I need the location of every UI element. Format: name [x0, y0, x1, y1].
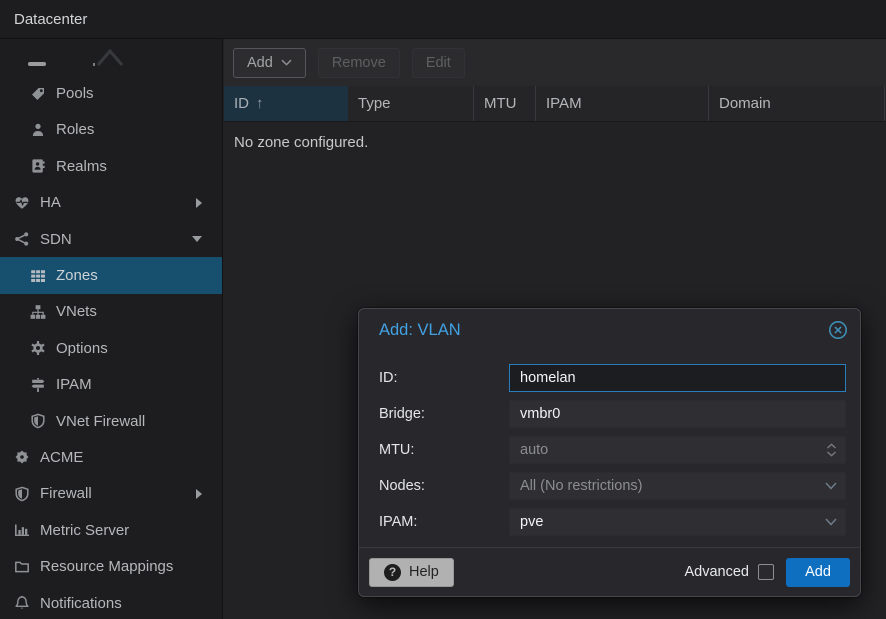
certificate-icon	[13, 449, 30, 466]
chevron-down-icon[interactable]	[824, 517, 838, 527]
chevron-down-icon[interactable]	[824, 481, 838, 491]
sidebar-item-metric-server[interactable]: Metric Server	[0, 512, 222, 548]
sidebar-item-label: ACME	[40, 449, 83, 466]
text-cursor	[577, 370, 579, 386]
sidebar-item-label: IPAM	[56, 376, 92, 393]
question-mark-icon: ?	[384, 564, 401, 581]
sidebar-item-label: Resource Mappings	[40, 558, 173, 575]
sidebar-item-vnet-firewall[interactable]: VNet Firewall	[0, 403, 222, 439]
submit-add-button[interactable]: Add	[786, 558, 850, 587]
address-book-icon	[29, 158, 46, 175]
sidebar-item-label: Options	[56, 340, 108, 357]
close-icon[interactable]	[828, 320, 848, 340]
sidebar-item-roles[interactable]: Roles	[0, 112, 222, 148]
column-header-domain[interactable]: Domain	[709, 86, 885, 121]
sidebar-item-realms[interactable]: Realms	[0, 148, 222, 184]
clipped-icon	[28, 62, 46, 66]
field-row-nodes: Nodes: All (No restrictions)	[379, 472, 846, 500]
help-button[interactable]: ? Help	[369, 558, 454, 587]
sidebar-item-label: SDN	[40, 231, 72, 248]
dialog-footer: ? Help Advanced Add	[359, 547, 860, 596]
sidebar-item-ha[interactable]: HA	[0, 185, 222, 221]
remove-button[interactable]: Remove	[318, 48, 400, 78]
ipam-label: IPAM:	[379, 514, 509, 530]
chevron-up-icon	[96, 48, 124, 67]
sidebar-item-firewall[interactable]: Firewall	[0, 476, 222, 512]
gear-icon	[29, 340, 46, 357]
sidebar-item-label: Realms	[56, 158, 107, 175]
expand-right-icon[interactable]	[196, 489, 202, 499]
sitemap-icon	[29, 303, 46, 320]
field-row-ipam: IPAM: pve	[379, 508, 846, 536]
user-icon	[29, 121, 46, 138]
column-header-id[interactable]: ID ↑	[224, 86, 348, 121]
advanced-checkbox[interactable]	[758, 564, 774, 580]
heartbeat-icon	[13, 194, 30, 211]
expand-right-icon[interactable]	[196, 198, 202, 208]
tag-icon	[29, 85, 46, 102]
zones-toolbar: Add Remove Edit	[224, 39, 886, 86]
bar-chart-icon	[13, 522, 30, 539]
bell-icon	[13, 595, 30, 612]
sidebar-item-acme[interactable]: ACME	[0, 439, 222, 475]
bridge-input[interactable]: vmbr0	[509, 400, 846, 428]
network-icon	[13, 231, 30, 248]
field-row-bridge: Bridge: vmbr0	[379, 400, 846, 428]
ipam-select[interactable]: pve	[509, 508, 846, 536]
zones-table-body: No zone configured.	[224, 122, 886, 163]
sidebar-item-label: Pools	[56, 85, 94, 102]
folder-icon	[13, 558, 30, 575]
column-header-mtu[interactable]: MTU	[474, 86, 536, 121]
id-input[interactable]: homelan	[509, 364, 846, 392]
sort-ascending-icon: ↑	[256, 95, 264, 112]
grid-icon	[29, 267, 46, 284]
top-bar: Datacenter	[0, 0, 886, 39]
id-label: ID:	[379, 370, 509, 386]
sidebar-item-label: Zones	[56, 267, 98, 284]
sidebar-item-label: Notifications	[40, 595, 122, 612]
sidebar-item-vnets[interactable]: VNets	[0, 294, 222, 330]
dialog-title: Add: VLAN	[379, 321, 461, 340]
column-header-type[interactable]: Type	[348, 86, 474, 121]
sidebar-item-options[interactable]: Options	[0, 330, 222, 366]
nodes-label: Nodes:	[379, 478, 509, 494]
sidebar-item-label: Roles	[56, 121, 94, 138]
edit-button[interactable]: Edit	[412, 48, 465, 78]
map-signs-icon	[29, 376, 46, 393]
sidebar-item-clipped[interactable]	[0, 39, 222, 75]
sidebar-item-label: Metric Server	[40, 522, 129, 539]
expand-down-icon[interactable]	[192, 236, 202, 242]
column-header-ipam[interactable]: IPAM	[536, 86, 709, 121]
sidebar-item-ipam[interactable]: IPAM	[0, 367, 222, 403]
spinner-up-down-icon[interactable]	[825, 442, 838, 459]
field-row-mtu: MTU: auto	[379, 436, 846, 464]
advanced-label: Advanced	[685, 564, 750, 580]
shield-icon	[29, 413, 46, 430]
mtu-label: MTU:	[379, 442, 509, 458]
sidebar-item-label: HA	[40, 194, 61, 211]
sidebar-item-label: Firewall	[40, 485, 92, 502]
sidebar-item-label: VNet Firewall	[56, 413, 145, 430]
sidebar-item-pools[interactable]: Pools	[0, 75, 222, 111]
add-vlan-dialog: Add: VLAN ID: homelan Bridge: vmbr0 MTU:…	[358, 308, 861, 597]
field-row-id: ID: homelan	[379, 364, 846, 392]
zones-table-header: ID ↑ Type MTU IPAM Domain	[224, 86, 886, 122]
dialog-body: ID: homelan Bridge: vmbr0 MTU: auto Node…	[359, 351, 860, 536]
bridge-label: Bridge:	[379, 406, 509, 422]
empty-table-text: No zone configured.	[234, 134, 368, 151]
chevron-down-icon	[281, 59, 292, 66]
sidebar-item-notifications[interactable]: Notifications	[0, 585, 222, 619]
sidebar-item-zones[interactable]: Zones	[0, 257, 222, 293]
sidebar-item-sdn[interactable]: SDN	[0, 221, 222, 257]
page-title: Datacenter	[14, 11, 87, 28]
mtu-input[interactable]: auto	[509, 436, 846, 464]
nodes-select[interactable]: All (No restrictions)	[509, 472, 846, 500]
sidebar-item-label: VNets	[56, 303, 97, 320]
sidebar: Pools Roles Realms HA SDN Zones	[0, 39, 223, 619]
add-button[interactable]: Add	[233, 48, 306, 78]
dialog-header[interactable]: Add: VLAN	[359, 309, 860, 351]
shield-icon	[13, 485, 30, 502]
sidebar-item-resource-mappings[interactable]: Resource Mappings	[0, 548, 222, 584]
